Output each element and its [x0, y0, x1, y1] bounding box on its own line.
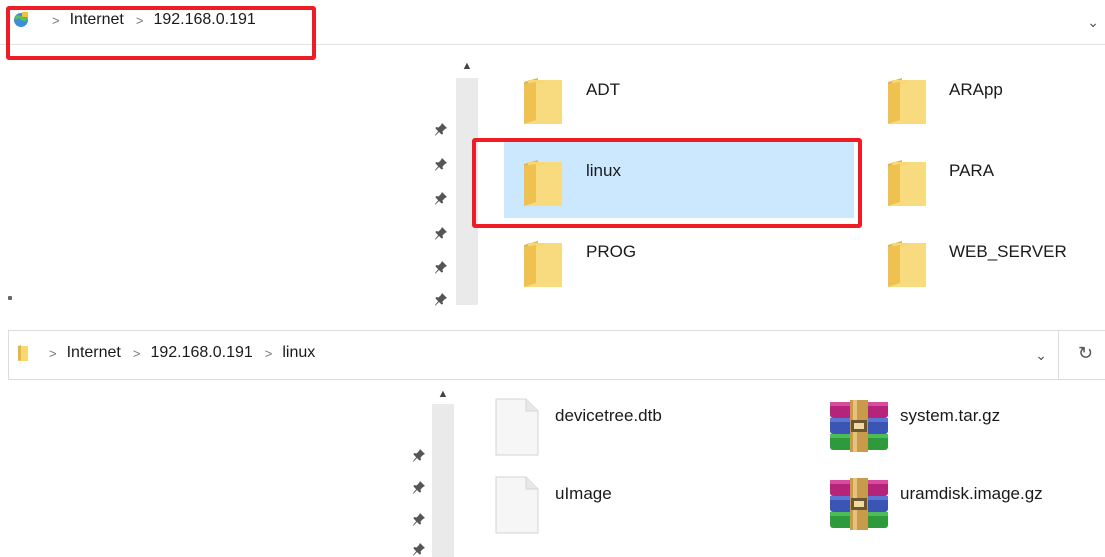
breadcrumb-item-host[interactable]: 192.168.0.191	[153, 11, 255, 29]
folder-icon	[522, 237, 564, 289]
nav-pane-scrollbar[interactable]	[456, 78, 478, 305]
breadcrumb-separator-icon: >	[264, 345, 273, 361]
folder-icon	[522, 156, 564, 208]
breadcrumb: > Internet > 192.168.0.191 > linux	[17, 344, 315, 362]
folder-icon	[18, 345, 28, 361]
scroll-up-arrow-icon[interactable]: ▲	[432, 388, 454, 400]
address-bar[interactable]: > Internet > 192.168.0.191 ⌄	[0, 0, 1105, 45]
pin-icon[interactable]	[434, 226, 448, 240]
pin-icon[interactable]	[434, 260, 448, 274]
breadcrumb: > Internet > 192.168.0.191	[12, 11, 256, 29]
archive-icon	[828, 400, 890, 452]
folder-icon	[522, 74, 564, 126]
address-bar-divider	[1058, 331, 1059, 379]
scroll-up-arrow-icon[interactable]: ▲	[456, 60, 478, 72]
folder-label: WEB_SERVER	[949, 242, 1067, 261]
file-label: system.tar.gz	[900, 406, 1001, 425]
breadcrumb-item-internet[interactable]: Internet	[70, 11, 124, 29]
pin-icon[interactable]	[434, 122, 448, 136]
pin-icon[interactable]	[434, 157, 448, 171]
file-label: devicetree.dtb	[555, 406, 662, 425]
file-icon	[495, 476, 539, 534]
breadcrumb-separator-icon: >	[132, 345, 141, 361]
pin-icon[interactable]	[412, 448, 426, 462]
archive-icon	[828, 478, 890, 530]
explorer-window-network-root: > Internet > 192.168.0.191 ⌄ ▲ ADT ARApp…	[0, 0, 1105, 305]
nav-pane-scrollbar[interactable]	[432, 404, 454, 557]
folder-label: ADT	[586, 80, 620, 99]
pin-icon[interactable]	[434, 191, 448, 205]
breadcrumb-item-host[interactable]: 192.168.0.191	[150, 344, 252, 362]
breadcrumb-item-linux[interactable]: linux	[282, 344, 315, 362]
breadcrumb-separator-icon: >	[52, 12, 60, 28]
pin-icon[interactable]	[412, 512, 426, 526]
folder-label: linux	[586, 161, 621, 180]
pin-icon[interactable]	[412, 480, 426, 494]
file-label: uramdisk.image.gz	[900, 484, 1043, 503]
address-bar[interactable]: > Internet > 192.168.0.191 > linux ⌄ ↻	[8, 330, 1105, 380]
folder-label: ARApp	[949, 80, 1003, 99]
file-label: uImage	[555, 484, 612, 503]
folder-icon	[886, 74, 928, 126]
nav-pane-marker	[8, 296, 12, 300]
explorer-window-linux-folder: > Internet > 192.168.0.191 > linux ⌄ ↻ ▲…	[0, 326, 1105, 557]
folder-icon	[886, 156, 928, 208]
folder-label: PARA	[949, 161, 995, 180]
breadcrumb-separator-icon: >	[49, 345, 57, 361]
folder-label: PROG	[586, 242, 637, 261]
breadcrumb-item-internet[interactable]: Internet	[67, 344, 121, 362]
network-location-icon	[13, 12, 29, 27]
file-icon	[495, 398, 539, 456]
chevron-down-icon[interactable]: ⌄	[1087, 14, 1099, 31]
folder-icon	[886, 237, 928, 289]
pin-icon[interactable]	[434, 292, 448, 306]
refresh-icon[interactable]: ↻	[1078, 343, 1093, 364]
breadcrumb-separator-icon: >	[135, 12, 144, 28]
chevron-down-icon[interactable]: ⌄	[1035, 347, 1047, 364]
pin-icon[interactable]	[412, 542, 426, 556]
